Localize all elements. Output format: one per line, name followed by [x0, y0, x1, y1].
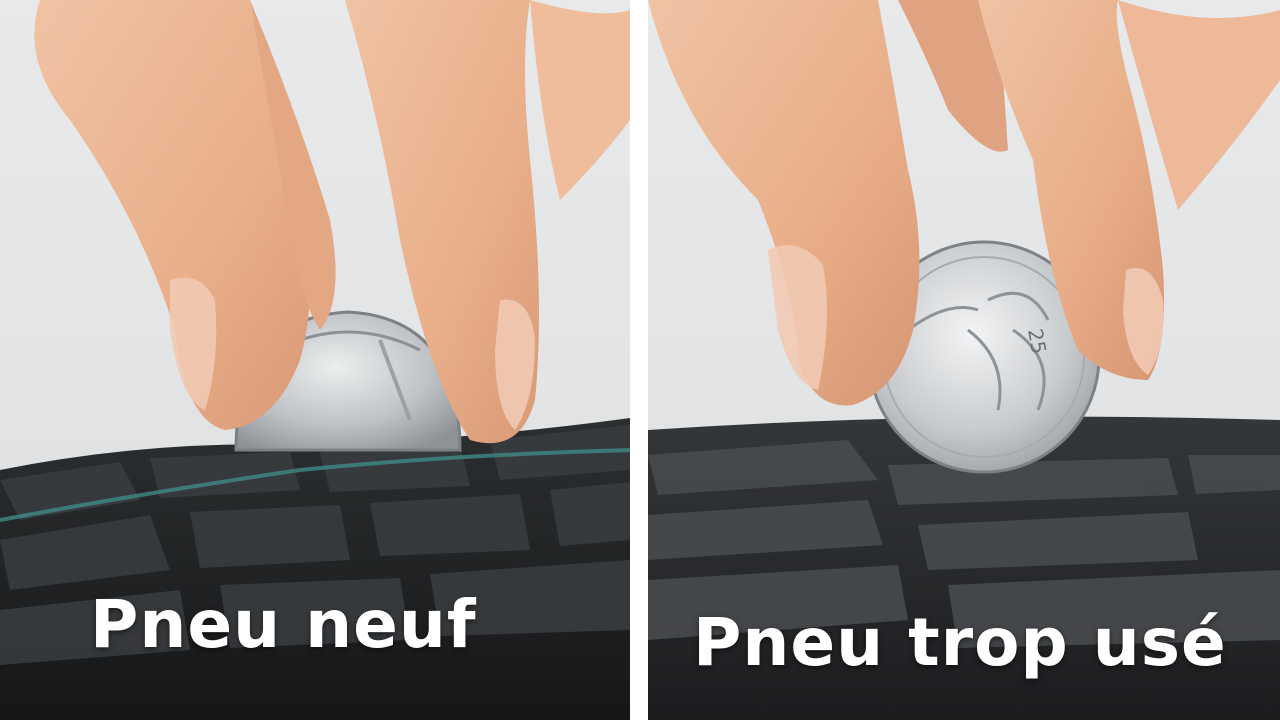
caption-new-tire: Pneu neuf: [90, 586, 477, 663]
panel-divider: [630, 0, 648, 720]
coin-denomination: 25: [1023, 327, 1051, 356]
tire: [0, 418, 630, 720]
comparison-image: Pneu neuf 25 Pneu trop usé: [0, 0, 1280, 720]
panel-new-tire: Pneu neuf: [0, 0, 630, 720]
caption-worn-tire: Pneu trop usé: [693, 604, 1227, 681]
panel-worn-tire: 25 Pneu trop usé: [648, 0, 1280, 720]
